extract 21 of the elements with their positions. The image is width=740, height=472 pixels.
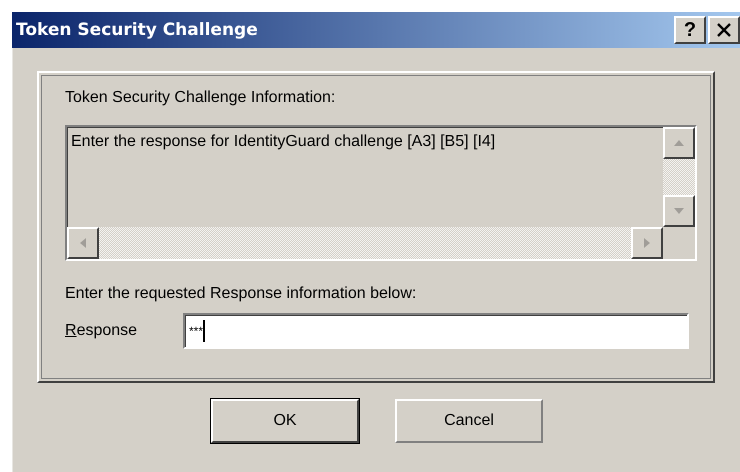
close-button[interactable] xyxy=(708,16,740,44)
window-title: Token Security Challenge xyxy=(16,20,258,40)
right-arrow-icon xyxy=(644,238,650,248)
dialog-button[interactable]: OK xyxy=(211,399,359,443)
up-arrow-icon xyxy=(674,140,684,146)
info-label: Token Security Challenge Information: xyxy=(65,89,336,107)
prompt-text: Enter the requested Response information below: xyxy=(65,285,418,303)
left-arrow-icon xyxy=(80,238,86,248)
vertical-scrollbar[interactable] xyxy=(663,127,695,227)
close-icon xyxy=(716,23,732,37)
dialog-button[interactable]: Cancel xyxy=(395,399,543,443)
help-button[interactable]: ? xyxy=(674,16,706,44)
scroll-up-button[interactable] xyxy=(663,127,695,159)
horizontal-scrollbar[interactable] xyxy=(67,227,663,259)
response-field[interactable]: *** xyxy=(183,313,689,349)
down-arrow-icon xyxy=(674,208,684,214)
challenge-text: Enter the response for IdentityGuard challenge [A3] [B5] [I4] xyxy=(71,133,496,150)
scroll-down-button[interactable] xyxy=(663,195,695,227)
scroll-left-button[interactable] xyxy=(67,227,99,259)
response-label: Response xyxy=(65,322,138,340)
scroll-right-button[interactable] xyxy=(631,227,663,259)
